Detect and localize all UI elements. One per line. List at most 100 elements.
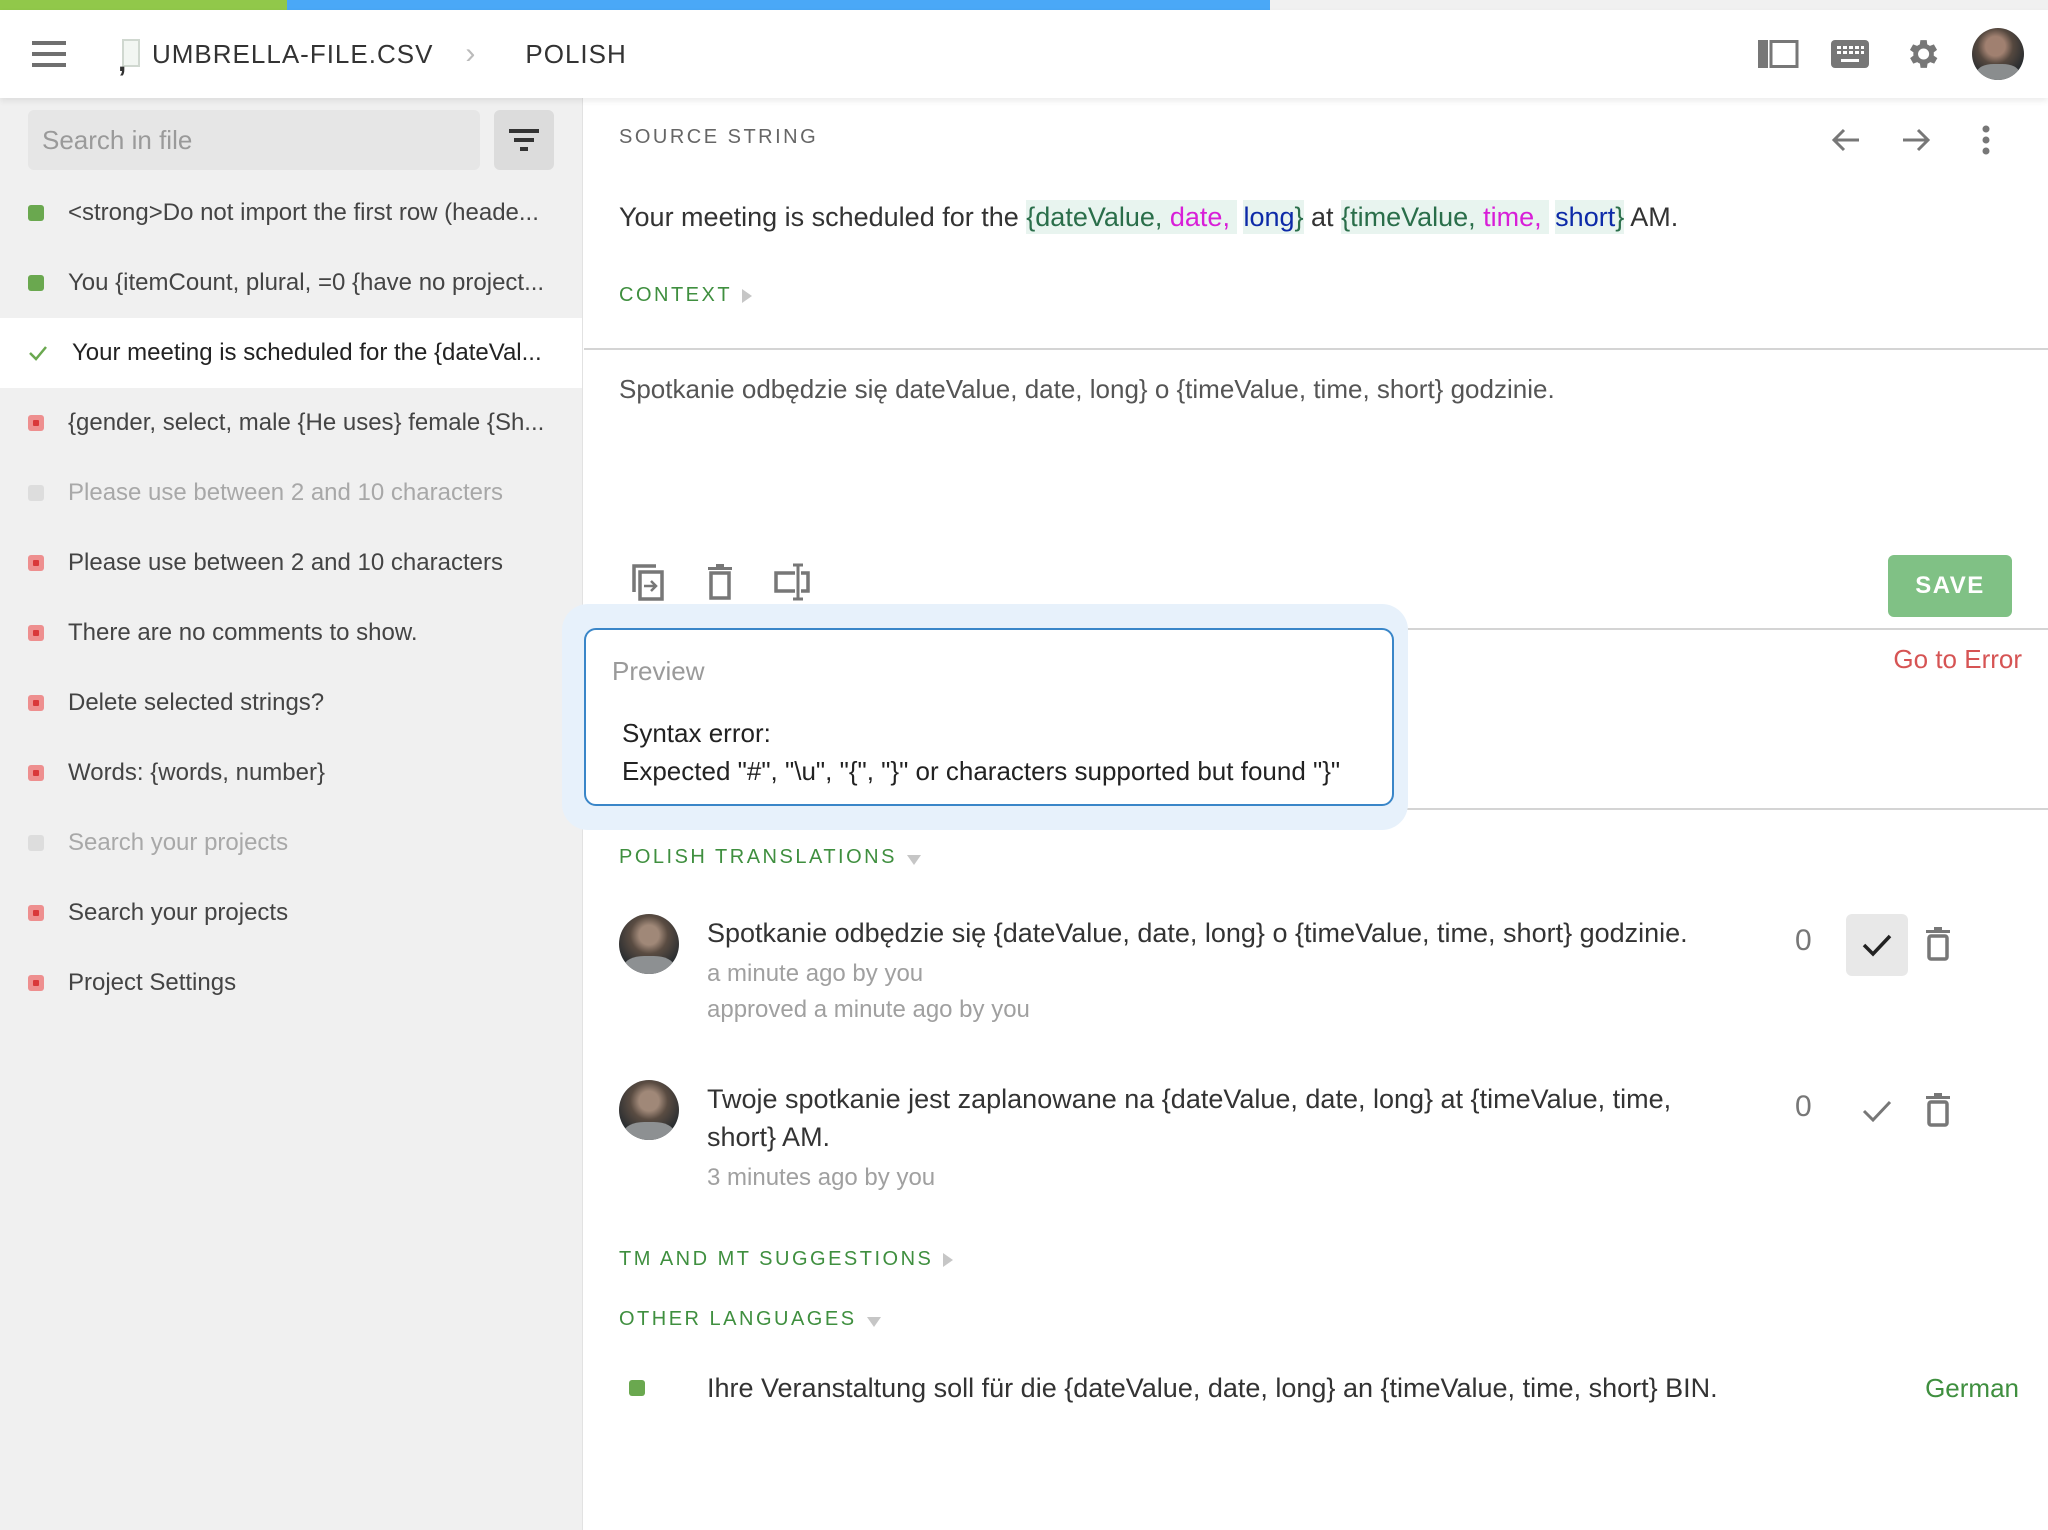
translator-avatar: [619, 914, 679, 974]
breadcrumb-chevron-icon: ›: [465, 37, 476, 70]
placeholder-style: long: [1243, 202, 1295, 232]
translation-text: Spotkanie odbędzie się {dateValue, date,…: [707, 918, 1688, 948]
string-list-item-text: Please use between 2 and 10 characters: [68, 549, 503, 576]
placeholder-name: {timeValue,: [1341, 202, 1484, 232]
string-list-item[interactable]: You {itemCount, plural, =0 {have no proj…: [0, 248, 582, 318]
status-error-icon: [28, 695, 44, 711]
placeholder-format: time,: [1483, 202, 1550, 232]
approve-checkmark-icon[interactable]: [1846, 1080, 1908, 1142]
string-list-item-text: Search your projects: [68, 829, 289, 856]
string-list-item-text: {gender, select, male {He uses} female {…: [68, 409, 545, 436]
keyboard-icon[interactable]: [1828, 32, 1872, 76]
other-languages-toggle[interactable]: OTHER LANGUAGES: [619, 1308, 881, 1331]
string-list: <strong>Do not import the first row (hea…: [0, 178, 582, 1018]
other-language-item[interactable]: Ihre Veranstaltung soll für die {dateVal…: [629, 1366, 2019, 1410]
string-list-item[interactable]: There are no comments to show.: [0, 598, 582, 668]
go-to-error-link[interactable]: Go to Error: [1893, 644, 2022, 675]
checkmark-icon: [28, 345, 48, 361]
status-error-icon: [28, 975, 44, 991]
placeholder-time: {timeValue, time,: [1341, 200, 1550, 234]
translator-avatar: [619, 1080, 679, 1140]
csv-file-icon: ,: [118, 39, 142, 77]
string-list-item-text: Project Settings: [68, 969, 237, 996]
breadcrumb-language[interactable]: POLISH: [525, 39, 626, 70]
translation-item: Spotkanie odbędzie się {dateValue, date,…: [619, 914, 2019, 1034]
preview-error-message: Syntax error: Expected "#", "\u", "{", "…: [622, 714, 1340, 790]
string-list-item-text: Delete selected strings?: [68, 689, 325, 716]
status-error-icon: [28, 905, 44, 921]
string-list-item[interactable]: Your meeting is scheduled for the {dateV…: [0, 318, 582, 388]
user-avatar[interactable]: [1972, 28, 2024, 80]
other-languages-label: OTHER LANGUAGES: [619, 1308, 857, 1330]
hamburger-menu-icon[interactable]: [32, 41, 66, 67]
search-in-file-input[interactable]: [28, 110, 480, 170]
context-label: CONTEXT: [619, 284, 733, 306]
approved-status-icon: [629, 1380, 645, 1396]
gear-icon[interactable]: [1900, 32, 1944, 76]
sidebar-toggle-icon[interactable]: [1756, 32, 1800, 76]
placeholder-close: }: [1294, 202, 1304, 232]
translation-progress-bar: [0, 0, 2048, 10]
placeholder-close: }: [1615, 202, 1625, 232]
delete-translation-icon[interactable]: [1916, 922, 1960, 966]
string-list-item[interactable]: Please use between 2 and 10 characters: [0, 528, 582, 598]
filter-icon[interactable]: [494, 110, 554, 170]
insert-placeholder-icon[interactable]: [770, 560, 814, 604]
string-list-item-text: There are no comments to show.: [68, 619, 418, 646]
divider: [584, 348, 2048, 350]
copy-source-icon[interactable]: [626, 560, 670, 604]
placeholder-date-style: long}: [1243, 200, 1304, 234]
polish-translations-label: POLISH TRANSLATIONS: [619, 846, 897, 868]
progress-approved-segment: [0, 0, 287, 10]
save-button[interactable]: SAVE: [1888, 555, 2012, 617]
translation-timestamp: a minute ago by you: [707, 960, 924, 987]
tm-mt-suggestions-toggle[interactable]: TM AND MT SUGGESTIONS: [619, 1248, 954, 1271]
string-list-item[interactable]: Search your projects: [0, 878, 582, 948]
source-string-label: SOURCE STRING: [619, 126, 819, 148]
string-list-item[interactable]: Please use between 2 and 10 characters: [0, 458, 582, 528]
string-list-item-text: Words: {words, number}: [68, 759, 326, 786]
status-error-icon: [28, 415, 44, 431]
previous-string-arrow-icon[interactable]: [1824, 118, 1868, 162]
syntax-error-heading: Syntax error:: [622, 718, 771, 748]
placeholder-time-style: short}: [1555, 200, 1625, 234]
other-language-text: Ihre Veranstaltung soll für die {dateVal…: [707, 1372, 1718, 1403]
placeholder-name: {dateValue,: [1026, 202, 1170, 232]
source-text-segment: AM.: [1624, 202, 1679, 232]
string-list-sidebar: <strong>Do not import the first row (hea…: [0, 98, 583, 1530]
vote-count: 0: [1795, 924, 1812, 957]
placeholder-style: short: [1555, 202, 1616, 232]
status-approved-icon: [28, 205, 44, 221]
preview-panel: Preview Syntax error: Expected "#", "\u"…: [584, 628, 1394, 806]
status-error-icon: [28, 555, 44, 571]
expand-triangle-icon: [943, 1252, 954, 1267]
tm-mt-suggestions-label: TM AND MT SUGGESTIONS: [619, 1248, 934, 1270]
string-list-item-text: Search your projects: [68, 899, 289, 926]
string-list-item[interactable]: Delete selected strings?: [0, 668, 582, 738]
delete-translation-icon[interactable]: [1916, 1088, 1960, 1132]
status-approved-icon: [28, 275, 44, 291]
string-list-item[interactable]: Words: {words, number}: [0, 738, 582, 808]
more-options-icon[interactable]: [1964, 118, 2008, 162]
polish-translations-toggle[interactable]: POLISH TRANSLATIONS: [619, 846, 921, 869]
preview-title: Preview: [612, 656, 705, 686]
expand-triangle-icon: [742, 288, 753, 303]
source-text-segment: Your meeting is scheduled for the: [619, 202, 1027, 232]
translation-editor-textarea[interactable]: Spotkanie odbędzie się dateValue, date, …: [619, 374, 1555, 405]
placeholder-format: date,: [1169, 202, 1238, 232]
other-language-name[interactable]: German: [1925, 1373, 2019, 1404]
string-list-item[interactable]: <strong>Do not import the first row (hea…: [0, 178, 582, 248]
vote-count: 0: [1795, 1090, 1812, 1123]
status-untranslated-icon: [28, 835, 44, 851]
clear-translation-icon[interactable]: [698, 560, 742, 604]
string-list-item[interactable]: {gender, select, male {He uses} female {…: [0, 388, 582, 458]
string-list-item[interactable]: Project Settings: [0, 948, 582, 1018]
string-list-item[interactable]: Search your projects: [0, 808, 582, 878]
next-string-arrow-icon[interactable]: [1894, 118, 1938, 162]
status-untranslated-icon: [28, 485, 44, 501]
approve-checkmark-icon[interactable]: [1846, 914, 1908, 976]
breadcrumb-file[interactable]: UMBRELLA-FILE.CSV: [152, 39, 433, 70]
top-header: , UMBRELLA-FILE.CSV › POLISH: [0, 10, 2048, 98]
source-text-segment: at: [1303, 202, 1342, 232]
context-toggle[interactable]: CONTEXT: [619, 284, 753, 307]
